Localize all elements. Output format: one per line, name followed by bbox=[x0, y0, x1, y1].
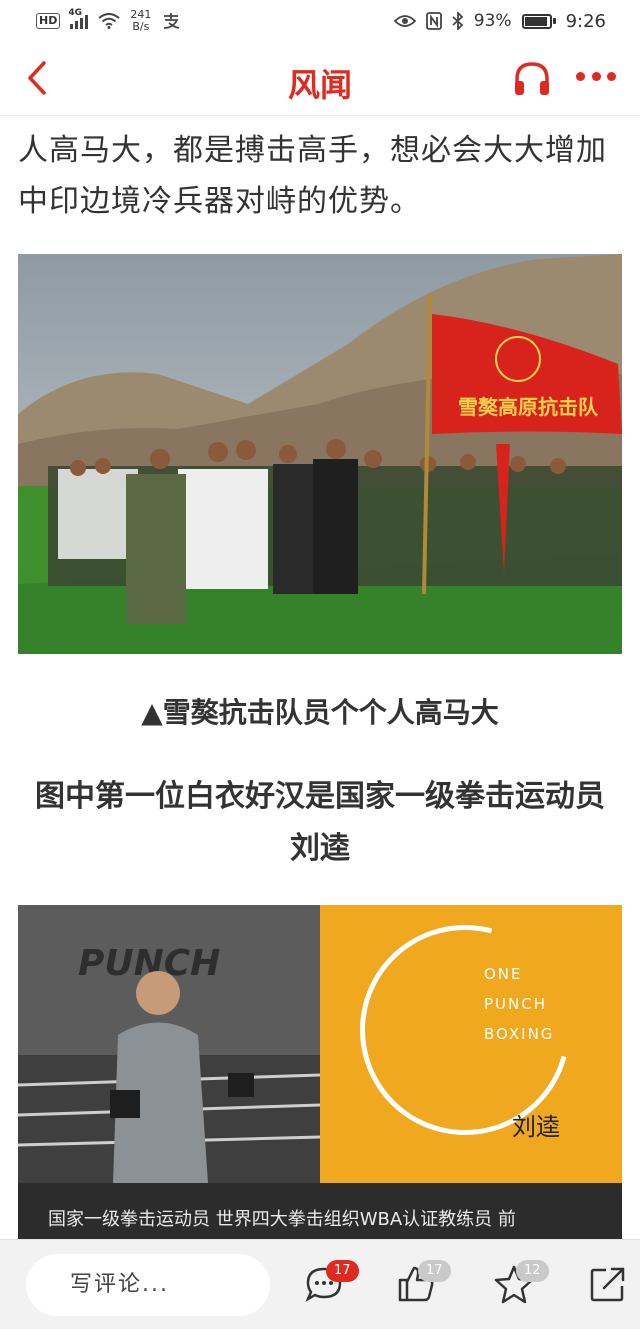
cell-signal-icon: 4G bbox=[68, 8, 89, 29]
brand-panel: ONE PUNCH BOXING bbox=[320, 905, 622, 1183]
brand-line-2: PUNCH bbox=[484, 995, 547, 1013]
share-icon[interactable] bbox=[588, 1264, 628, 1304]
bottom-action-bar: 写评论... 17 17 12 bbox=[0, 1239, 640, 1329]
brand-line-1: ONE bbox=[484, 965, 523, 983]
bluetooth-icon bbox=[452, 12, 464, 30]
app-header: 风闻 bbox=[0, 42, 640, 116]
flag-text: 雪獒高原抗击队 bbox=[458, 395, 599, 419]
brand-ring bbox=[321, 905, 609, 1174]
nfc-icon bbox=[425, 12, 442, 30]
eye-comfort-icon bbox=[393, 15, 416, 27]
more-icon[interactable] bbox=[576, 72, 616, 86]
battery-percent: 93% bbox=[473, 11, 512, 31]
alipay-icon bbox=[164, 13, 180, 29]
network-speed: 241 B/s bbox=[130, 8, 152, 33]
photo-caption: ▲雪獒抗击队员个个人高马大 bbox=[141, 696, 499, 729]
comment-input[interactable]: 写评论... bbox=[26, 1254, 270, 1316]
clock: 9:26 bbox=[565, 10, 606, 32]
article-paragraph: 人高马大，都是搏击高手，想必会大大增加中印边境冷兵器对峙的优势。 bbox=[18, 133, 607, 219]
brand-line-3: BOXING bbox=[484, 1025, 555, 1043]
boxer-photo[interactable]: PUNCH ONE PUNCH BOXING 刘逵 国家一级拳击运动员 世界四大… bbox=[18, 905, 622, 1239]
comments-badge: 17 bbox=[326, 1260, 359, 1282]
wifi-icon bbox=[98, 13, 120, 29]
likes-badge: 17 bbox=[418, 1260, 451, 1282]
status-bar: HD 4G 241 B/s 93% 9:26 bbox=[0, 0, 640, 42]
boxer-name: 刘逵 bbox=[512, 1113, 560, 1141]
article-content: 人高马大，都是搏击高手，想必会大大增加中印边境冷兵器对峙的优势。 雪獒高原抗击队… bbox=[0, 117, 640, 1239]
team-photo[interactable]: 雪獒高原抗击队 bbox=[18, 254, 622, 654]
headphones-icon[interactable] bbox=[512, 59, 552, 99]
battery-icon bbox=[521, 13, 556, 29]
favorites-badge: 12 bbox=[516, 1260, 549, 1282]
hd-badge: HD bbox=[36, 13, 61, 29]
article-subheading: 图中第一位白衣好汉是国家一级拳击运动员刘逵 bbox=[35, 779, 605, 866]
photo-info-text: 国家一级拳击运动员 世界四大拳击组织WBA认证教练员 前 bbox=[48, 1209, 516, 1230]
